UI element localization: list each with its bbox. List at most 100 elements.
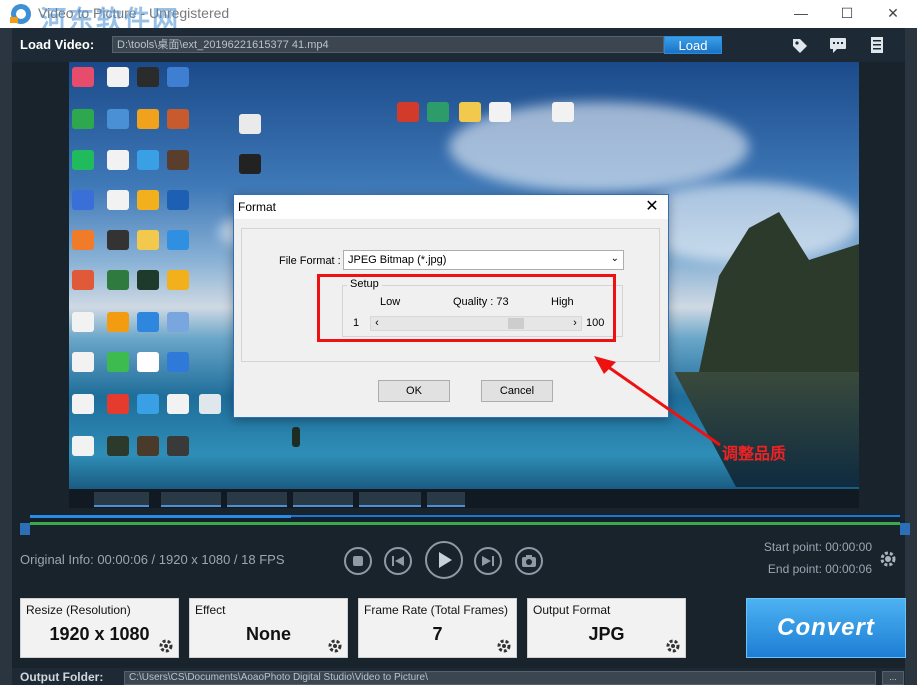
person-silhouette <box>292 427 300 447</box>
desktop-icon <box>107 394 129 414</box>
frame-rate-value: 7 <box>432 624 443 644</box>
frame-rate-card[interactable]: Frame Rate (Total Frames) 7 <box>358 598 517 658</box>
desktop-icon <box>167 190 189 210</box>
highlight-box <box>317 274 616 342</box>
convert-button[interactable]: Convert <box>746 598 906 658</box>
desktop-icon <box>137 230 159 250</box>
desktop-icon <box>137 436 159 456</box>
desktop-icon <box>72 67 94 87</box>
snapshot-button[interactable] <box>515 547 543 575</box>
next-button[interactable] <box>474 547 502 575</box>
load-bar: Load Video: D:\tools\桌面\ext_201962216153… <box>12 28 905 62</box>
desktop-icon <box>72 394 94 414</box>
desktop-icon <box>489 102 511 122</box>
desktop-icon <box>239 114 261 134</box>
dialog-title: Format <box>238 200 277 214</box>
maximize-button[interactable]: ☐ <box>824 0 870 28</box>
window-right-edge <box>905 28 917 685</box>
taskbar-item <box>161 492 221 507</box>
original-info: Original Info: 00:00:06 / 1920 x 1080 / … <box>20 552 285 567</box>
timeline-progress <box>30 515 291 518</box>
load-button[interactable]: Load <box>664 36 722 54</box>
desktop-icon <box>167 352 189 372</box>
desktop-icon <box>107 190 129 210</box>
chevron-down-icon: ⌄ <box>610 253 619 264</box>
desktop-icon <box>107 270 129 290</box>
desktop-icon <box>137 109 159 129</box>
desktop-icon <box>167 150 189 170</box>
title-bar: Video to Picture - Unregistered 河东软件网 — … <box>0 0 917 36</box>
effect-label: Effect <box>195 603 226 617</box>
output-format-label: Output Format <box>533 603 611 617</box>
taskbar-item <box>94 492 149 507</box>
window-left-edge <box>0 28 12 685</box>
stop-button[interactable] <box>344 547 372 575</box>
timeline-start-handle[interactable] <box>20 523 30 535</box>
desktop-icon <box>167 230 189 250</box>
desktop-icon <box>72 270 94 290</box>
frame-rate-label: Frame Rate (Total Frames) <box>364 603 509 617</box>
gear-icon[interactable] <box>496 638 512 654</box>
resize-label: Resize (Resolution) <box>26 603 131 617</box>
start-point: Start point: 00:00:00 <box>763 540 872 554</box>
next-icon <box>482 556 494 566</box>
previous-button[interactable] <box>384 547 412 575</box>
output-folder-field[interactable]: C:\Users\CS\Documents\AoaoPhoto Digital … <box>124 671 876 685</box>
desktop-icon <box>167 67 189 87</box>
dialog-close-icon[interactable]: ✕ <box>642 197 662 217</box>
dialog-title-bar: Format ✕ <box>234 195 668 219</box>
taskbar-item <box>359 492 421 507</box>
desktop-icon <box>239 154 261 174</box>
output-format-card[interactable]: Output Format JPG <box>527 598 686 658</box>
gear-icon[interactable] <box>327 638 343 654</box>
desktop-icon <box>107 150 129 170</box>
message-icon[interactable] <box>828 36 848 54</box>
timeline-end-handle[interactable] <box>900 523 910 535</box>
desktop-icon <box>107 109 129 129</box>
ok-button[interactable]: OK <box>378 380 450 402</box>
play-icon <box>439 552 452 568</box>
video-path-field[interactable]: D:\tools\桌面\ext_20196221615377 41.mp4 <box>112 36 664 53</box>
effect-card[interactable]: Effect None <box>189 598 348 658</box>
gear-icon[interactable] <box>879 550 897 568</box>
desktop-icon <box>72 190 94 210</box>
gear-icon[interactable] <box>665 638 681 654</box>
gear-icon[interactable] <box>158 638 174 654</box>
desktop-icon <box>137 67 159 87</box>
desktop-icon <box>167 436 189 456</box>
taskbar-item <box>227 492 287 507</box>
play-button[interactable] <box>425 541 463 579</box>
desktop-icon <box>459 102 481 122</box>
file-format-select[interactable]: JPEG Bitmap (*.jpg) ⌄ <box>343 250 624 270</box>
tag-icon[interactable] <box>790 36 810 54</box>
desktop-icon <box>137 394 159 414</box>
output-folder-label: Output Folder: <box>20 670 104 684</box>
annotation-arrow-icon <box>594 356 721 447</box>
app-logo-icon <box>10 4 31 24</box>
close-button[interactable]: ✕ <box>870 0 916 28</box>
desktop-icon <box>199 394 221 414</box>
desktop-icon <box>552 102 574 122</box>
desktop-icon <box>137 352 159 372</box>
desktop-icon <box>72 312 94 332</box>
desktop-icon <box>72 109 94 129</box>
desktop-icon <box>167 394 189 414</box>
cancel-button[interactable]: Cancel <box>481 380 553 402</box>
output-folder-bar: Output Folder: C:\Users\CS\Documents\Aoa… <box>12 668 905 685</box>
timeline[interactable] <box>12 515 910 537</box>
desktop-icon <box>137 312 159 332</box>
desktop-icon <box>107 352 129 372</box>
list-icon[interactable] <box>867 36 887 54</box>
taskbar-item <box>293 492 353 507</box>
desktop-icon <box>72 352 94 372</box>
minimize-button[interactable]: — <box>778 0 824 28</box>
browse-button[interactable]: ... <box>882 671 904 685</box>
desktop-icon <box>107 312 129 332</box>
desktop-icon <box>107 436 129 456</box>
resize-card[interactable]: Resize (Resolution) 1920 x 1080 <box>20 598 179 658</box>
desktop-icon <box>427 102 449 122</box>
stop-icon <box>353 556 363 566</box>
taskbar-item <box>427 492 465 507</box>
end-point: End point: 00:00:06 <box>767 562 872 576</box>
desktop-icon <box>397 102 419 122</box>
